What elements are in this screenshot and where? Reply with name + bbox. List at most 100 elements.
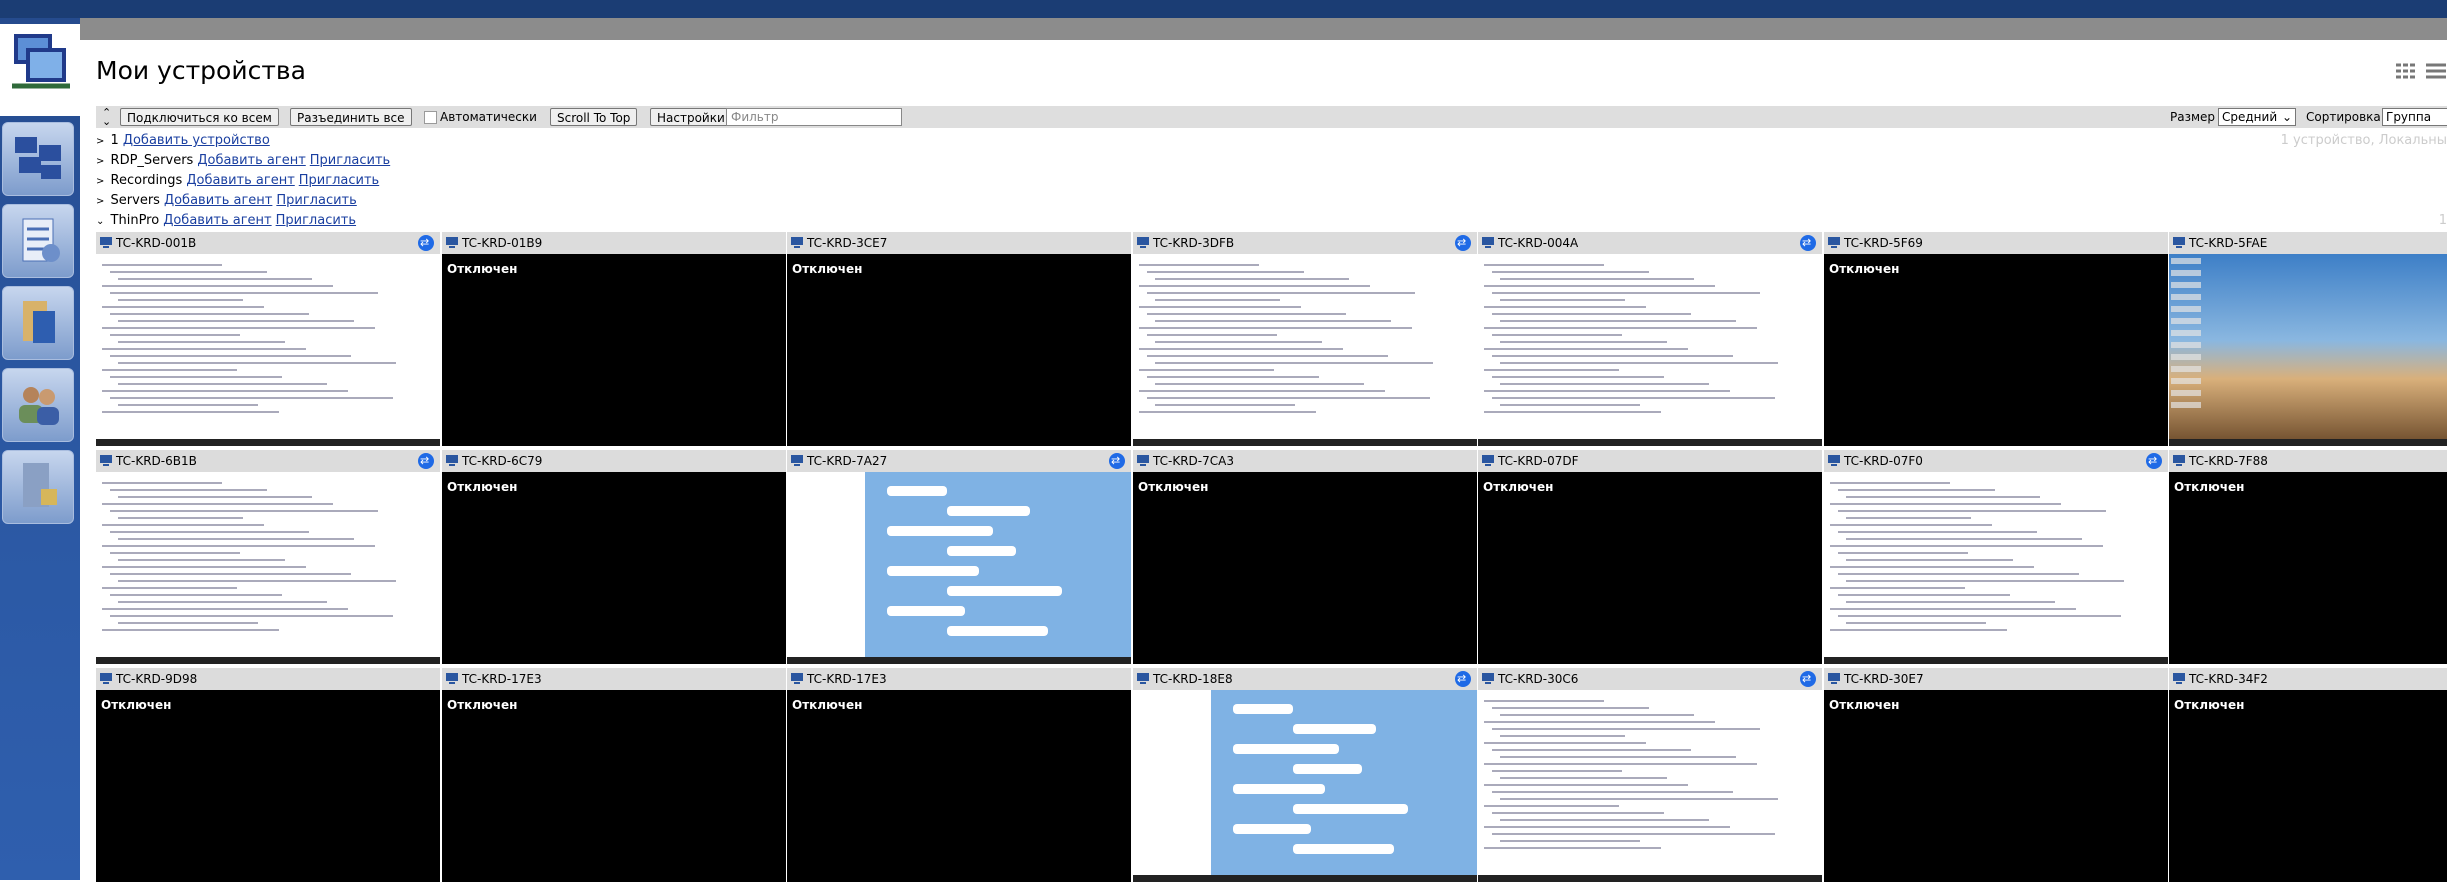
device-tile[interactable]: TC-KRD-004A (1478, 232, 1822, 446)
expand-collapse-icon[interactable]: ⌃ ⌄ (102, 107, 112, 127)
text-line (110, 397, 393, 399)
device-tile-header: TC-KRD-9D98 (96, 668, 440, 690)
group-row[interactable]: > 1 Добавить устройство 1 устройство, Лок… (96, 132, 2447, 150)
screen-preview[interactable] (1478, 690, 1822, 882)
computer-icon (791, 237, 803, 248)
screen-preview[interactable] (787, 472, 1131, 664)
group-row[interactable]: > RDP_Servers Добавить агент Пригласить (96, 152, 2447, 170)
list-view-icon[interactable] (2425, 62, 2447, 80)
sync-icon[interactable] (1109, 450, 1125, 472)
grid-view-icon[interactable] (2395, 62, 2417, 80)
sync-icon[interactable] (418, 232, 434, 254)
filter-input[interactable]: Фильтр (726, 108, 902, 126)
device-name: TC-KRD-07DF (1498, 454, 1579, 468)
screen-preview[interactable] (1824, 472, 2168, 664)
auto-label: Автоматически (440, 110, 537, 124)
screen-preview[interactable] (1133, 690, 1477, 882)
device-tile[interactable]: TC-KRD-5F69 Отключен (1824, 232, 2168, 446)
device-tile[interactable]: TC-KRD-6B1B (96, 450, 440, 664)
add-agent-link[interactable]: Добавить агент (197, 153, 305, 168)
device-tile[interactable]: TC-KRD-5FAE (2169, 232, 2447, 446)
text-line (1846, 496, 2040, 498)
text-line (110, 552, 240, 554)
group-row[interactable]: ⌄ ThinPro Добавить агент Пригласить 1 (96, 212, 2447, 230)
device-tile[interactable]: TC-KRD-34F2 Отключен (2169, 668, 2447, 882)
text-line (1846, 580, 2124, 582)
group-name: Servers (110, 193, 160, 208)
add-agent-link[interactable]: Добавить агент (186, 173, 294, 188)
text-line (102, 285, 333, 287)
text-line (1484, 742, 1646, 744)
size-select[interactable]: Средний ⌄ (2218, 108, 2296, 126)
group-row[interactable]: > Recordings Добавить агент Пригласить (96, 172, 2447, 190)
sidebar-tasks-button[interactable] (2, 204, 74, 278)
screen-preview[interactable] (96, 472, 440, 664)
settings-button[interactable]: Настройки (650, 108, 732, 126)
screen-preview[interactable] (1133, 254, 1477, 446)
chat-bubble (1233, 744, 1339, 754)
text-line (1492, 728, 1760, 730)
device-tile[interactable]: TC-KRD-17E3 Отключен (442, 668, 786, 882)
device-tile[interactable]: TC-KRD-7CA3 Отключен (1133, 450, 1477, 664)
sidebar-users-button[interactable] (2, 368, 74, 442)
device-tile[interactable]: TC-KRD-18E8 (1133, 668, 1477, 882)
text-line (102, 369, 237, 371)
chevron-right-icon: > (96, 136, 105, 147)
device-tile[interactable]: TC-KRD-7F88 Отключен (2169, 450, 2447, 664)
group-name: RDP_Servers (110, 153, 194, 168)
text-line (1139, 285, 1370, 287)
device-tile[interactable]: TC-KRD-17E3 Отключен (787, 668, 1131, 882)
scroll-top-button[interactable]: Scroll To Top (550, 108, 638, 126)
invite-link[interactable]: Пригласить (276, 193, 356, 208)
invite-link[interactable]: Пригласить (276, 213, 356, 228)
app-logo[interactable] (0, 24, 80, 116)
device-name: TC-KRD-3DFB (1153, 236, 1235, 250)
sidebar-devices-button[interactable] (2, 122, 74, 196)
screen-preview[interactable] (2169, 254, 2447, 446)
add-device-link[interactable]: Добавить устройство (123, 133, 270, 148)
screen-preview[interactable] (1478, 254, 1822, 446)
text-line (1838, 615, 2121, 617)
device-tile[interactable]: TC-KRD-9D98 Отключен (96, 668, 440, 882)
computer-icon (446, 455, 458, 466)
device-tile[interactable]: TC-KRD-30C6 (1478, 668, 1822, 882)
add-agent-link[interactable]: Добавить агент (164, 193, 272, 208)
sync-icon[interactable] (1455, 668, 1471, 690)
screen-preview[interactable] (96, 254, 440, 446)
add-agent-link[interactable]: Добавить агент (163, 213, 271, 228)
sync-icon[interactable] (1800, 232, 1816, 254)
device-tile[interactable]: TC-KRD-07F0 (1824, 450, 2168, 664)
device-tile[interactable]: TC-KRD-001B (96, 232, 440, 446)
device-tile[interactable]: TC-KRD-6C79 Отключен (442, 450, 786, 664)
sync-icon[interactable] (2146, 450, 2162, 472)
group-row[interactable]: > Servers Добавить агент Пригласить (96, 192, 2447, 210)
computer-icon (1482, 673, 1494, 684)
text-line (102, 327, 375, 329)
invite-link[interactable]: Пригласить (310, 153, 390, 168)
sync-icon[interactable] (418, 450, 434, 472)
chat-bubble (947, 586, 1062, 596)
sync-icon[interactable] (1455, 232, 1471, 254)
device-tile-header: TC-KRD-001B (96, 232, 440, 254)
sort-select[interactable]: Группа (2382, 108, 2447, 126)
device-tile[interactable]: TC-KRD-3DFB (1133, 232, 1477, 446)
sidebar-files-button[interactable] (2, 286, 74, 360)
device-tile-header: TC-KRD-30C6 (1478, 668, 1822, 690)
sidebar-security-button[interactable] (2, 450, 74, 524)
device-tile[interactable]: TC-KRD-01B9 Отключен (442, 232, 786, 446)
invite-link[interactable]: Пригласить (299, 173, 379, 188)
text-line (102, 524, 264, 526)
device-tile[interactable]: TC-KRD-7A27 (787, 450, 1131, 664)
offline-label: Отключен (2174, 698, 2245, 712)
device-tile[interactable]: TC-KRD-30E7 Отключен (1824, 668, 2168, 882)
text-line (1838, 573, 2079, 575)
text-line (1846, 622, 1986, 624)
device-tile[interactable]: TC-KRD-07DF Отключен (1478, 450, 1822, 664)
text-line (118, 404, 258, 406)
device-tile[interactable]: TC-KRD-3CE7 Отключен (787, 232, 1131, 446)
auto-checkbox[interactable] (424, 111, 437, 124)
connect-all-button[interactable]: Подключиться ко всем (120, 108, 279, 126)
disconnect-all-button[interactable]: Разъединить все (290, 108, 412, 126)
sync-icon[interactable] (1800, 668, 1816, 690)
text-line (1838, 489, 1995, 491)
